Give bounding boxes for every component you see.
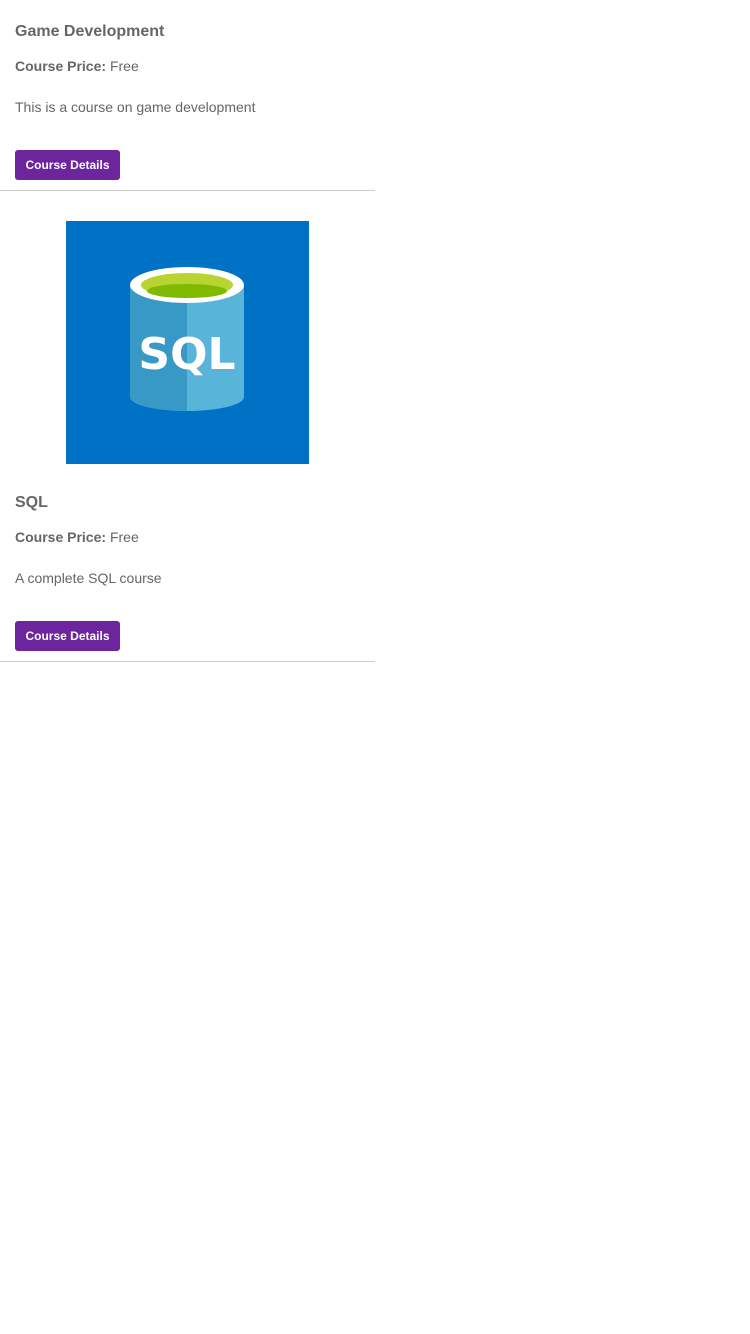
course-card-game-development: Game Development Course Price: Free This…: [0, 0, 375, 191]
course-list: Game Development Course Price: Free This…: [0, 0, 375, 662]
course-details-button[interactable]: Course Details: [15, 150, 120, 180]
course-title: SQL: [15, 494, 48, 511]
course-price-label: Course Price:: [15, 529, 107, 545]
sql-icon-label: SQL: [138, 329, 235, 380]
course-details-button[interactable]: Course Details: [15, 621, 120, 651]
course-description: This is a course on game development: [15, 99, 256, 115]
sql-database-icon: SQL: [66, 221, 309, 464]
course-price-label: Course Price:: [15, 58, 107, 74]
course-price-value: Free: [109, 58, 139, 74]
course-price: Course Price: Free: [15, 58, 139, 74]
course-title: Game Development: [15, 23, 165, 40]
course-price-value: Free: [109, 529, 139, 545]
course-description: A complete SQL course: [15, 570, 162, 586]
course-card-sql: SQL SQL Course Price: Free A complete SQ…: [0, 191, 375, 662]
course-price: Course Price: Free: [15, 529, 139, 545]
